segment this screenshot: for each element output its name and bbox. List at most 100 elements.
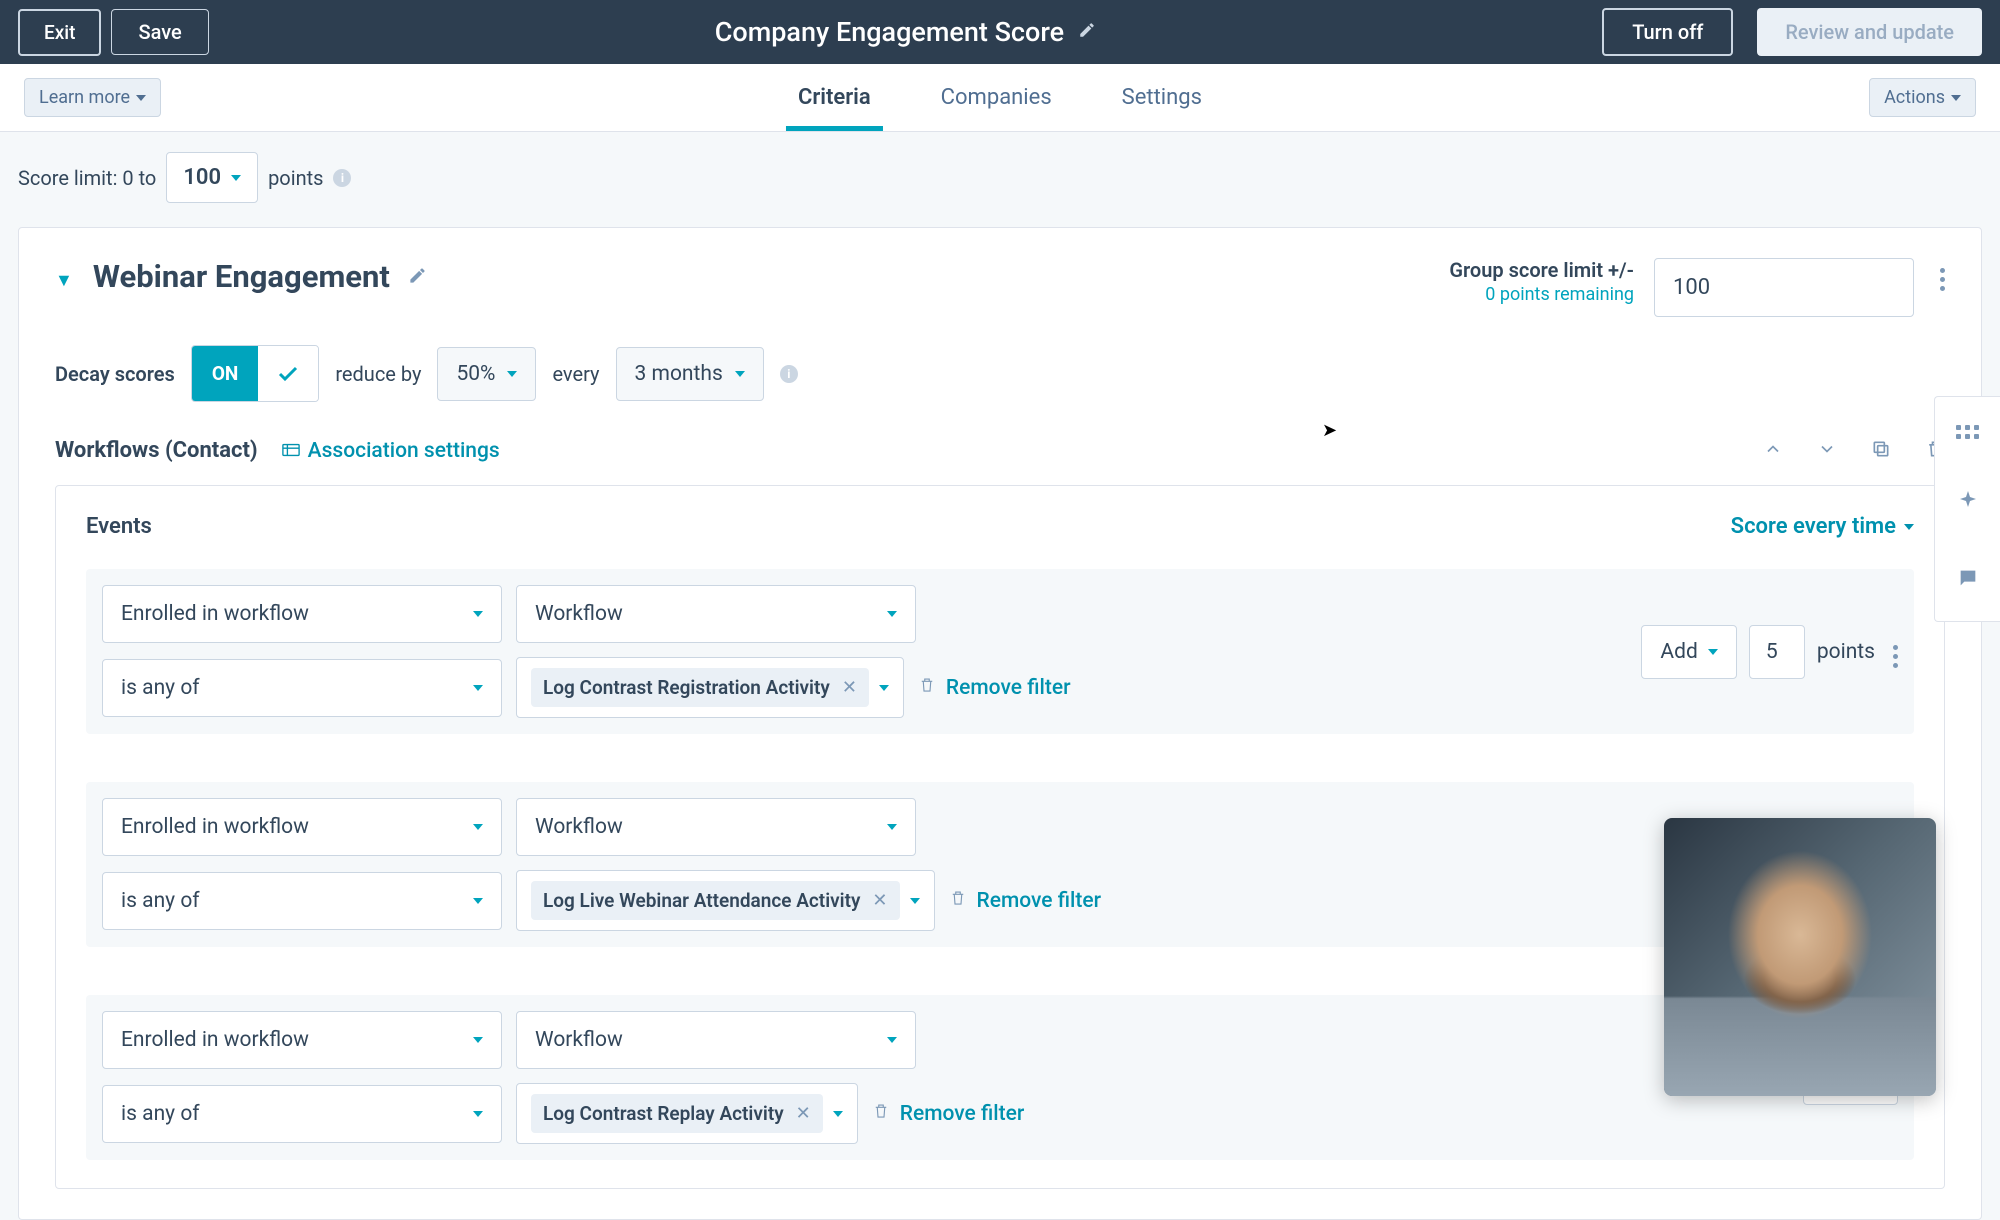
section-header: Workflows (Contact) Association settings (55, 438, 1945, 463)
operator-dropdown[interactable]: is any of (102, 872, 502, 930)
caret-down-icon (1708, 649, 1718, 655)
edit-title-pencil-icon[interactable] (1078, 21, 1096, 43)
operator-value: is any of (121, 889, 200, 913)
learn-more-dropdown[interactable]: Learn more (24, 78, 161, 117)
decay-period-dropdown[interactable]: 3 months (616, 347, 764, 401)
event-rule-block: Enrolled in workflow Workflow is any of … (86, 782, 1914, 947)
remove-filter-label: Remove filter (977, 889, 1102, 913)
property-dropdown[interactable]: Workflow (516, 1011, 916, 1069)
group-kebab-menu[interactable] (1934, 258, 1945, 291)
turn-off-button[interactable]: Turn off (1602, 8, 1733, 56)
tag-chip: Log Live Webinar Attendance Activity ✕ (531, 881, 900, 920)
remove-filter-label: Remove filter (946, 676, 1071, 700)
section-actions (1763, 439, 1945, 463)
caret-down-icon (473, 898, 483, 904)
exit-button[interactable]: Exit (18, 9, 101, 56)
decay-toggle[interactable]: ON (191, 345, 320, 402)
actions-label: Actions (1884, 87, 1945, 108)
chat-icon[interactable] (1956, 567, 1980, 593)
group-limit-remaining: 0 points remaining (1449, 284, 1634, 305)
tab-companies[interactable]: Companies (941, 64, 1052, 131)
caret-down-icon (1904, 524, 1914, 530)
save-button[interactable]: Save (111, 9, 208, 55)
trigger-value: Enrolled in workflow (121, 1028, 309, 1052)
group-limit-input[interactable] (1654, 258, 1914, 317)
actions-dropdown[interactable]: Actions (1869, 78, 1976, 117)
section-title: Workflows (Contact) (55, 438, 258, 463)
tab-bar: Learn more Criteria Companies Settings A… (0, 64, 2000, 132)
association-settings-label: Association settings (308, 439, 500, 463)
value-tag-dropdown[interactable]: Log Live Webinar Attendance Activity ✕ (516, 870, 935, 931)
operator-value: is any of (121, 676, 200, 700)
points-input[interactable] (1749, 625, 1805, 679)
trigger-dropdown[interactable]: Enrolled in workflow (102, 585, 502, 643)
edit-group-pencil-icon[interactable] (408, 266, 427, 289)
score-limit-value: 100 (183, 165, 221, 190)
group-header-right: Group score limit +/- 0 points remaining (1449, 258, 1945, 317)
event-score: Add points (1641, 585, 1898, 718)
top-header: Exit Save Company Engagement Score Turn … (0, 0, 2000, 64)
ai-sparkle-icon[interactable] (1956, 489, 1980, 517)
add-label: Add (1660, 640, 1697, 664)
property-dropdown[interactable]: Workflow (516, 585, 916, 643)
event-rule-block: Enrolled in workflow Workflow is any of … (86, 995, 1914, 1160)
tag-label: Log Contrast Registration Activity (543, 676, 830, 699)
caret-down-icon (887, 1037, 897, 1043)
toggle-on-label: ON (192, 346, 259, 401)
trash-icon (949, 888, 967, 914)
property-value: Workflow (535, 815, 623, 839)
caret-down-icon (887, 824, 897, 830)
learn-more-label: Learn more (39, 87, 130, 108)
events-title: Events (86, 514, 152, 539)
score-every-dropdown[interactable]: Score every time (1731, 514, 1914, 539)
trigger-dropdown[interactable]: Enrolled in workflow (102, 798, 502, 856)
tag-remove-icon[interactable]: ✕ (842, 677, 857, 698)
event-filters: Enrolled in workflow Workflow is any of … (102, 1011, 1773, 1144)
move-down-icon[interactable] (1817, 439, 1837, 463)
association-settings-link[interactable]: Association settings (282, 439, 500, 463)
trigger-dropdown[interactable]: Enrolled in workflow (102, 1011, 502, 1069)
add-dropdown[interactable]: Add (1641, 625, 1736, 679)
info-icon[interactable]: i (780, 365, 798, 383)
event-kebab-menu[interactable] (1887, 635, 1898, 668)
move-up-icon[interactable] (1763, 439, 1783, 463)
caret-down-icon (473, 685, 483, 691)
operator-dropdown[interactable]: is any of (102, 659, 502, 717)
caret-down-icon (473, 611, 483, 617)
caret-down-icon (231, 175, 241, 181)
caret-down-icon (473, 824, 483, 830)
trash-icon (918, 675, 936, 701)
remove-filter-link[interactable]: Remove filter (949, 888, 1102, 914)
decay-period-value: 3 months (635, 362, 723, 386)
property-dropdown[interactable]: Workflow (516, 798, 916, 856)
page-title: Company Engagement Score (715, 16, 1064, 48)
copy-icon[interactable] (1871, 439, 1891, 463)
tab-criteria[interactable]: Criteria (798, 64, 871, 131)
remove-filter-link[interactable]: Remove filter (918, 675, 1071, 701)
apps-grid-icon[interactable] (1956, 425, 1979, 439)
trigger-value: Enrolled in workflow (121, 815, 309, 839)
value-tag-dropdown[interactable]: Log Contrast Registration Activity ✕ (516, 657, 904, 718)
caret-down-icon (887, 611, 897, 617)
collapse-caret-icon[interactable]: ▼ (55, 270, 73, 291)
side-rail (1934, 396, 2000, 622)
info-icon[interactable]: i (333, 169, 351, 187)
score-limit-dropdown[interactable]: 100 (166, 152, 258, 203)
webcam-overlay (1664, 818, 1936, 1096)
caret-down-icon (136, 95, 146, 101)
events-header: Events Score every time (86, 514, 1914, 539)
decay-row: Decay scores ON reduce by 50% every 3 mo… (55, 345, 1945, 402)
event-rule-block: Enrolled in workflow Workflow is any of … (86, 569, 1914, 734)
caret-down-icon (735, 371, 745, 377)
group-limit-labels: Group score limit +/- 0 points remaining (1449, 258, 1634, 305)
events-container: Events Score every time Enrolled in work… (55, 485, 1945, 1189)
tag-remove-icon[interactable]: ✕ (872, 890, 887, 911)
group-limit-label: Group score limit +/- (1449, 258, 1634, 282)
tab-settings[interactable]: Settings (1122, 64, 1202, 131)
score-limit-suffix: points (268, 166, 323, 190)
review-update-button: Review and update (1757, 8, 1982, 56)
caret-down-icon (1951, 95, 1961, 101)
tag-label: Log Live Webinar Attendance Activity (543, 889, 860, 912)
tabs-container: Criteria Companies Settings (798, 64, 1202, 131)
decay-percent-dropdown[interactable]: 50% (437, 347, 536, 401)
